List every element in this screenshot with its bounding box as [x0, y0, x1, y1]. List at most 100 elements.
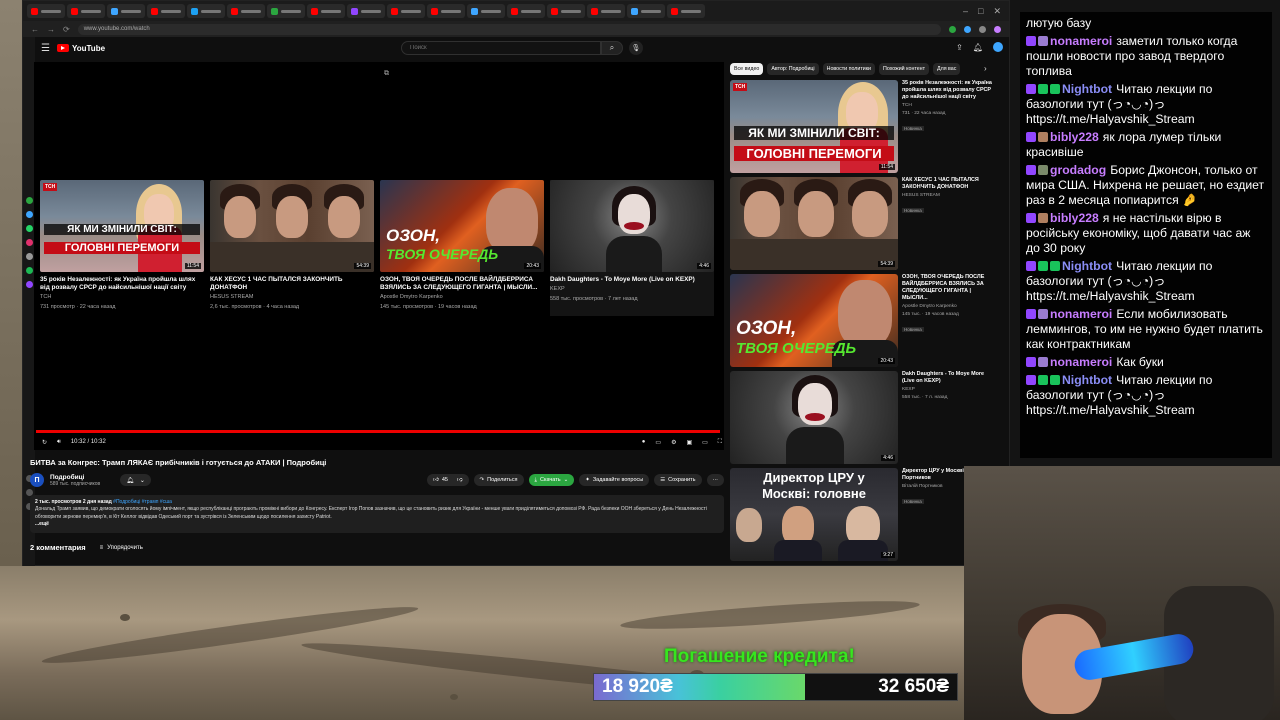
chevron-right-icon[interactable]: › — [984, 64, 987, 73]
chat-username[interactable]: grodadog — [1050, 163, 1106, 177]
browser-tab[interactable] — [507, 4, 545, 18]
browser-tab[interactable] — [467, 4, 505, 18]
browser-tab[interactable] — [267, 4, 305, 18]
settings-gear-icon[interactable]: ⚙ — [671, 439, 676, 446]
chat-username[interactable]: Nightbot — [1062, 82, 1112, 96]
browser-tab[interactable] — [547, 4, 585, 18]
chat-username[interactable]: Nightbot — [1062, 259, 1112, 273]
chip-politics-news[interactable]: Новости политики — [822, 63, 876, 75]
browser-tab[interactable] — [587, 4, 625, 18]
browser-tab[interactable] — [627, 4, 665, 18]
browser-tab[interactable] — [187, 4, 225, 18]
replay-icon[interactable]: ↻ — [42, 439, 47, 446]
description-box[interactable]: 2 тыс. просмотров 2 дня назад #Подробиці… — [30, 495, 724, 533]
chat-username[interactable]: bibly228 — [1050, 130, 1099, 144]
download-button[interactable]: ⤓ Скачать ⌄ — [528, 474, 575, 486]
endscreen-thumbnail[interactable]: ТСН ЯК МИ ЗМІНИЛИ СВІТ: ГОЛОВНІ ПЕРЕМОГИ… — [40, 180, 204, 272]
endscreen-title[interactable]: КАК ХЕСУС 1 ЧАС ПЫТАЛСЯ ЗАКОНЧИТЬ ДОНАТФ… — [210, 276, 374, 292]
thumbs-down-icon[interactable]: 👎︎ — [457, 477, 463, 483]
recommendation-title[interactable]: КАК ХЕСУС 1 ЧАС ПЫТАЛСЯ ЗАКОНЧИТЬ ДОНАТФ… — [902, 177, 998, 191]
notifications-bell-icon[interactable]: 🔔︎ — [973, 43, 983, 52]
save-button[interactable]: ☰ Сохранить — [654, 474, 702, 486]
description-tags[interactable]: #Подробиці #трамп #сша — [113, 499, 172, 505]
sidebar-app-icon[interactable] — [25, 211, 33, 218]
fullscreen-icon[interactable]: ⛶ — [718, 439, 722, 446]
recommendation-title[interactable]: Dakh Daughters - To Moye More (Live on K… — [902, 371, 998, 385]
back-icon[interactable]: ← — [31, 25, 39, 34]
endscreen-channel[interactable]: Apostle Dmytro Karpenko — [380, 294, 544, 302]
chip-author[interactable]: Автор: Подробиці — [767, 63, 819, 75]
sidebar-app-icon[interactable] — [25, 267, 33, 274]
sidebar-app-icon[interactable] — [25, 253, 33, 260]
endscreen-title[interactable]: ОЗОН, ТВОЯ ОЧЕРЕДЬ ПОСЛЕ ВАЙЛДБЕРРИСА ВЗ… — [380, 276, 544, 292]
recommendation-thumbnail[interactable]: ТСН ЯК МИ ЗМІНИЛИ СВІТ: ГОЛОВНІ ПЕРЕМОГИ… — [730, 80, 898, 173]
browser-tab[interactable] — [347, 4, 385, 18]
extension-icon[interactable] — [964, 25, 971, 33]
endscreen-card[interactable]: 54:39 КАК ХЕСУС 1 ЧАС ПЫТАЛСЯ ЗАКОНЧИТЬ … — [210, 180, 374, 316]
recommendation-thumbnail[interactable]: 4:46 — [730, 371, 898, 464]
like-button[interactable]: 👍︎ 45 👎︎ — [427, 474, 469, 486]
forward-icon[interactable]: → — [47, 25, 55, 34]
account-avatar[interactable] — [993, 42, 1003, 52]
progress-bar[interactable] — [36, 430, 720, 433]
reload-icon[interactable]: ⟳ — [63, 25, 70, 34]
recommendation-thumbnail[interactable]: ОЗОН, ТВОЯ ОЧЕРЕДЬ 20:43 — [730, 274, 898, 367]
chat-username[interactable]: Nightbot — [1062, 373, 1112, 387]
endscreen-thumbnail[interactable]: 54:39 — [210, 180, 374, 272]
browser-tab[interactable] — [107, 4, 145, 18]
theater-mode-icon[interactable]: ▭ — [702, 439, 708, 446]
more-actions-button[interactable]: ··· — [706, 474, 724, 486]
browser-tab[interactable] — [147, 4, 185, 18]
close-icon[interactable]: ✕ — [993, 6, 1001, 17]
video-player[interactable]: ⧉ ТСН ЯК МИ ЗМІНИЛИ СВІТ: ГОЛОВНІ ПЕРЕМО… — [34, 62, 724, 450]
show-more-link[interactable]: ...ещё — [35, 521, 719, 528]
sidebar-app-icon[interactable] — [25, 197, 33, 204]
channel-avatar[interactable]: П — [30, 473, 44, 487]
recommendation-title[interactable]: ОЗОН, ТВОЯ ОЧЕРЕДЬ ПОСЛЕ ВАЙЛДБЕРРИСА ВЗ… — [902, 274, 998, 302]
chat-username[interactable]: nonameroi — [1050, 355, 1112, 369]
endscreen-channel[interactable]: HESUS STREAM — [210, 294, 374, 302]
sort-comments-button[interactable]: ≡ Упорядочить — [100, 545, 143, 551]
recommendation-channel[interactable]: Apostle Dmytro Karpenko — [902, 303, 998, 310]
recommendation-title[interactable]: 35 років Незалежності: як Україна пройшл… — [902, 80, 998, 101]
search-input[interactable] — [401, 41, 601, 55]
profile-icon[interactable] — [994, 25, 1001, 33]
subtitles-icon[interactable]: ▭ — [655, 439, 661, 446]
sidebar-app-icon[interactable] — [25, 239, 33, 246]
minimize-icon[interactable]: – — [963, 6, 968, 17]
chip-similar[interactable]: Похожий контент — [879, 63, 930, 75]
recommendation-channel[interactable]: ТСН — [902, 102, 998, 109]
recommendation-channel[interactable]: KEXP — [902, 386, 998, 393]
browser-tab[interactable] — [667, 4, 705, 18]
volume-icon[interactable]: 🔊︎ — [57, 439, 61, 446]
browser-tab[interactable] — [27, 4, 65, 18]
extension-icon[interactable] — [979, 25, 986, 33]
youtube-logo[interactable]: YouTube — [57, 44, 105, 53]
endscreen-title[interactable]: Dakh Daughters - To Moye More (Live on K… — [550, 276, 714, 284]
create-icon[interactable]: ⇪ — [956, 43, 963, 52]
browser-tab[interactable] — [387, 4, 425, 18]
search-button[interactable]: ⌕ — [601, 41, 623, 55]
chip-for-you[interactable]: Для вас — [933, 63, 961, 75]
address-bar[interactable]: www.youtube.com/watch — [77, 23, 941, 35]
endscreen-channel[interactable]: ТСН — [40, 294, 204, 302]
recommendation-channel[interactable]: HESUS STREAM — [902, 192, 998, 199]
browser-tab[interactable] — [307, 4, 345, 18]
fullscreen-toggle-icon[interactable]: ⧉ — [384, 70, 389, 78]
chat-username[interactable]: bibly228 — [1050, 211, 1099, 225]
chat-username[interactable]: nonameroi — [1050, 307, 1112, 321]
endscreen-title[interactable]: 35 років Незалежності: як Україна пройшл… — [40, 276, 204, 292]
browser-tab[interactable] — [67, 4, 105, 18]
recommendation-item[interactable]: Директор ЦРУ у Москві: головне 9:27 Дире… — [730, 468, 998, 565]
hamburger-menu-icon[interactable]: ☰ — [41, 43, 57, 54]
ask-button[interactable]: ✦ Задавайте вопросы — [579, 474, 650, 486]
subscription-bell-button[interactable]: 🔔︎ ⌄ — [120, 474, 151, 486]
autoplay-toggle-icon[interactable]: ● — [642, 439, 646, 446]
recommendation-item[interactable]: ТСН ЯК МИ ЗМІНИЛИ СВІТ: ГОЛОВНІ ПЕРЕМОГИ… — [730, 80, 998, 177]
endscreen-channel[interactable]: KEXP — [550, 286, 714, 294]
miniplayer-icon[interactable]: ▣ — [686, 439, 692, 446]
recommendation-thumbnail[interactable]: 54:39 — [730, 177, 898, 270]
maximize-icon[interactable]: □ — [978, 6, 983, 17]
sidebar-app-icon[interactable] — [25, 225, 33, 232]
recommendation-item[interactable]: 54:39 КАК ХЕСУС 1 ЧАС ПЫТАЛСЯ ЗАКОНЧИТЬ … — [730, 177, 998, 274]
